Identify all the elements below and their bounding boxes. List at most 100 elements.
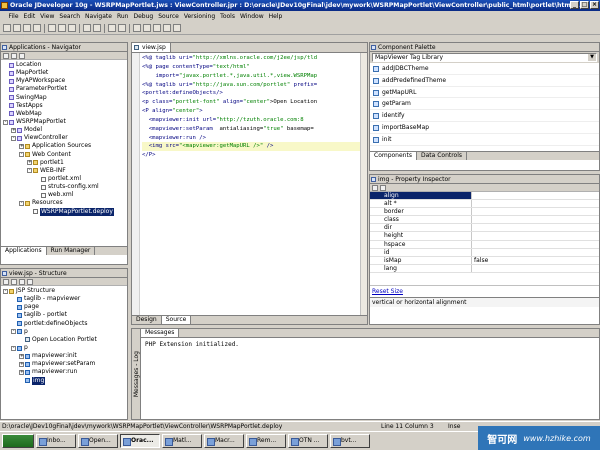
palette-item[interactable]: init — [370, 134, 599, 146]
code-line[interactable]: <%@ page contentType="text/html" — [142, 63, 360, 72]
tree-item[interactable]: + mapviewer:setParam — [1, 360, 127, 368]
menu-item[interactable]: Run — [114, 13, 131, 20]
tree-item[interactable]: - Resources — [1, 199, 127, 207]
taskbar-item[interactable]: OTN ... — [288, 434, 328, 448]
back-icon[interactable] — [108, 24, 116, 32]
categorize-icon[interactable] — [372, 185, 378, 191]
cut-icon[interactable] — [48, 24, 56, 32]
property-value[interactable] — [472, 232, 599, 239]
navigator-options-icon[interactable] — [19, 53, 25, 59]
new-view-icon[interactable] — [11, 279, 17, 285]
collapse-icon[interactable]: - — [27, 168, 32, 174]
tree-item[interactable]: - ViewController — [1, 134, 127, 142]
menu-item[interactable]: Source — [156, 13, 182, 20]
expand-icon[interactable]: + — [19, 353, 24, 359]
run-icon[interactable] — [153, 24, 161, 32]
collapse-icon[interactable]: - — [11, 345, 16, 351]
collapse-icon[interactable]: - — [19, 200, 24, 206]
menu-item[interactable]: Versioning — [181, 13, 217, 20]
panel-tab[interactable]: Design — [132, 316, 162, 324]
tree-item[interactable]: + mapviewer:init — [1, 352, 127, 360]
menu-item[interactable]: Edit — [21, 13, 38, 20]
messages-tab[interactable]: Messages — [141, 329, 180, 337]
sort-icon[interactable] — [19, 279, 25, 285]
menu-item[interactable]: Search — [57, 13, 83, 20]
tree-item[interactable]: -p — [1, 344, 127, 352]
taskbar-item[interactable]: Inbo... — [36, 434, 76, 448]
property-row[interactable]: lang — [370, 264, 599, 273]
tree-item[interactable]: - JSP Structure — [1, 287, 127, 295]
tree-item[interactable]: + mapviewer:run — [1, 368, 127, 376]
code-line[interactable]: <%@ taglib uri="http://java.sun.com/port… — [142, 81, 360, 90]
tree-item[interactable]: WebMap — [1, 110, 127, 118]
freeze-view-icon[interactable] — [3, 279, 9, 285]
tree-item[interactable]: Open Location Portlet — [1, 336, 127, 344]
property-value[interactable]: false — [472, 257, 599, 264]
editor-tab-view-jsp[interactable]: view.jsp — [132, 43, 171, 52]
menu-item[interactable]: View — [38, 13, 57, 20]
copy-icon[interactable] — [58, 24, 66, 32]
tree-item[interactable]: page — [1, 303, 127, 311]
collapse-icon[interactable]: - — [11, 329, 16, 335]
help-icon[interactable] — [27, 279, 33, 285]
property-value[interactable] — [472, 224, 599, 231]
menu-item[interactable]: Debug — [131, 13, 156, 20]
tree-item[interactable]: struts-config.xml — [1, 183, 127, 191]
tree-item[interactable]: WSRPMapPortlet.deploy — [1, 207, 127, 216]
taskbar-item[interactable]: Matl... — [162, 434, 202, 448]
tree-item[interactable]: Location — [1, 61, 127, 69]
tree-item[interactable]: SwingMap — [1, 94, 127, 102]
menu-item[interactable]: Help — [266, 13, 285, 20]
palette-item[interactable]: addPredefinedTheme — [370, 75, 599, 87]
find-property-icon[interactable] — [380, 185, 386, 191]
redo-icon[interactable] — [93, 24, 101, 32]
expand-icon[interactable]: + — [19, 361, 24, 367]
minimize-button[interactable]: _ — [570, 1, 579, 9]
forward-icon[interactable] — [118, 24, 126, 32]
tree-item[interactable]: MyAPWorkspace — [1, 77, 127, 85]
editor-scrollbar[interactable] — [360, 53, 367, 315]
refresh-icon[interactable] — [3, 53, 9, 59]
expand-icon[interactable]: + — [11, 127, 16, 133]
chevron-down-icon[interactable]: ▼ — [588, 54, 596, 61]
collapse-icon[interactable]: - — [19, 152, 24, 158]
property-row[interactable]: id — [370, 248, 599, 257]
code-line[interactable]: <mapviewer:setParam antialiasing="true" … — [142, 125, 360, 134]
expand-icon[interactable]: + — [27, 160, 32, 166]
tree-item[interactable]: + Model — [1, 126, 127, 134]
tree-item[interactable]: - Web Content — [1, 151, 127, 159]
log-side-tab[interactable]: Messages - Log — [132, 329, 141, 419]
property-row[interactable]: dir — [370, 224, 599, 233]
taskbar-item[interactable]: Rem... — [246, 434, 286, 448]
property-row[interactable]: alt * — [370, 200, 599, 209]
tree-item[interactable]: MapPortlet — [1, 69, 127, 77]
tree-item[interactable]: + Application Sources — [1, 142, 127, 150]
code-line[interactable]: <p class="portlet-font" align="center">O… — [142, 98, 360, 107]
property-value[interactable] — [472, 216, 599, 223]
new-file-icon[interactable] — [3, 24, 11, 32]
palette-item[interactable]: getParam — [370, 98, 599, 111]
code-line[interactable]: <mapviewer:run /> — [142, 134, 360, 143]
filter-icon[interactable] — [11, 53, 17, 59]
menu-item[interactable]: File — [6, 13, 21, 20]
expand-icon[interactable]: + — [19, 143, 24, 149]
menu-item[interactable]: Navigate — [83, 13, 115, 20]
tree-item[interactable]: - WSRPMapPortlet — [1, 118, 127, 126]
profile-icon[interactable] — [173, 24, 181, 32]
tree-item[interactable]: img — [1, 376, 127, 385]
code-line[interactable]: <img src="<mapviewer:getMapURL />" /> — [142, 142, 360, 152]
code-line[interactable]: <%@ taglib uri="http://xmlns.oracle.com/… — [142, 54, 360, 63]
property-row[interactable]: align — [370, 192, 599, 201]
property-row[interactable]: isMap false — [370, 256, 599, 265]
maximize-button[interactable]: □ — [580, 1, 589, 9]
save-icon[interactable] — [23, 24, 31, 32]
property-value[interactable] — [472, 208, 599, 215]
code-line[interactable]: </P> — [142, 151, 360, 160]
taskbar-item[interactable]: Orac... — [120, 434, 160, 448]
property-value[interactable] — [472, 241, 599, 248]
property-value[interactable] — [472, 192, 599, 199]
property-row[interactable]: class — [370, 216, 599, 225]
property-value[interactable] — [472, 249, 599, 256]
code-line[interactable]: <mapviewer:init url="http://tzuth.oracle… — [142, 116, 360, 125]
code-line[interactable]: import="javax.portlet.*,java.util.*,view… — [142, 72, 360, 81]
